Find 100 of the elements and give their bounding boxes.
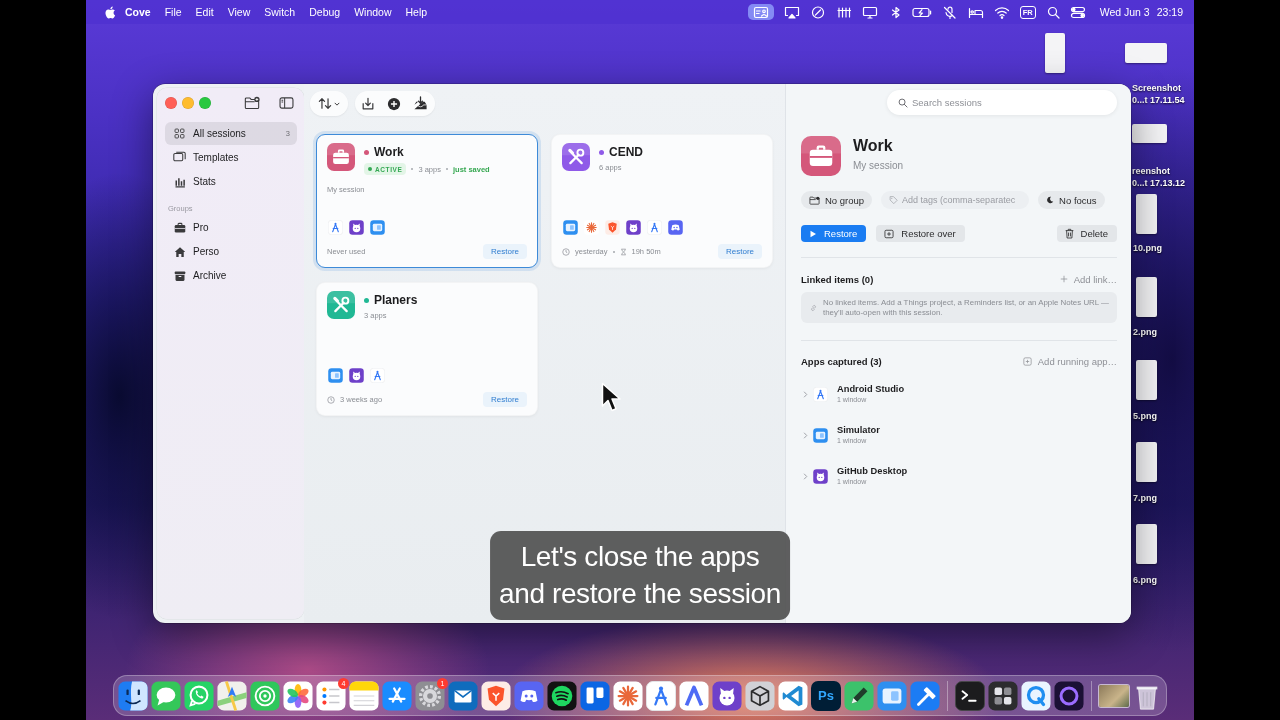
gamepad-app-icon[interactable] — [668, 220, 683, 235]
menu-item[interactable]: Help — [405, 6, 428, 18]
muted-microphone-icon[interactable] — [941, 4, 958, 20]
ps-app-icon[interactable]: Ps — [811, 680, 841, 711]
file-name-label[interactable]: Screenshot 0...t 17.11.54 — [1132, 82, 1185, 106]
file-thumbnail-icon[interactable] — [1136, 277, 1157, 317]
menu-item[interactable]: Switch — [264, 6, 296, 18]
group-picker[interactable]: No group — [801, 191, 873, 209]
apple-icon[interactable] — [105, 5, 116, 19]
menu-item[interactable]: Window — [354, 6, 392, 18]
sidebar-item[interactable]: Perso — [165, 240, 297, 263]
cat-head-app-icon[interactable] — [349, 220, 364, 235]
focus-picker[interactable]: No focus — [1038, 191, 1105, 209]
file-name-label[interactable]: reenshot 0...t 17.13.12 — [1132, 165, 1186, 189]
gamepad-app-icon[interactable] — [514, 680, 544, 711]
file-thumbnail-icon[interactable] — [1132, 124, 1167, 143]
compass-app-icon[interactable] — [646, 680, 676, 711]
smiling-face-app-icon[interactable] — [118, 680, 148, 711]
pen-app-icon[interactable] — [844, 680, 874, 711]
q-ring-app-icon[interactable] — [1021, 680, 1051, 711]
file-thumbnail-icon[interactable] — [1136, 194, 1157, 234]
gear-app-icon[interactable] — [415, 680, 445, 711]
menu-item[interactable]: View — [227, 6, 251, 18]
file-thumbnail-icon[interactable] — [1045, 33, 1065, 73]
radar-app-icon[interactable] — [250, 680, 280, 711]
screen-mirror-icon[interactable] — [783, 4, 800, 20]
arch-app-icon[interactable] — [679, 680, 709, 711]
file-name-label[interactable]: 7.png — [1133, 492, 1157, 504]
sidebar-item[interactable]: Archive — [165, 264, 297, 287]
restore-button[interactable]: Restore — [483, 244, 527, 259]
checklist-app-icon[interactable] — [316, 680, 346, 711]
file-thumbnail-icon[interactable] — [1136, 442, 1157, 482]
shield-app-icon[interactable] — [481, 680, 511, 711]
cat-head-app-icon[interactable] — [626, 220, 641, 235]
menu-item[interactable]: Edit — [195, 6, 214, 18]
menu-bar-time[interactable]: 23:19 — [1156, 6, 1183, 18]
menu-item[interactable]: Debug — [309, 6, 341, 18]
file-thumbnail-icon[interactable] — [1136, 524, 1157, 564]
shield-app-icon[interactable] — [605, 220, 620, 235]
window-close-button[interactable] — [165, 97, 177, 109]
sound-waves-app-icon[interactable] — [547, 680, 577, 711]
menu-bar-date[interactable]: Wed Jun 3 — [1099, 6, 1150, 18]
phone-bubble-app-icon[interactable] — [184, 680, 214, 711]
compass-app-icon[interactable] — [370, 368, 385, 383]
cat-head-app-icon[interactable] — [813, 468, 828, 484]
ring-app-icon[interactable] — [1054, 680, 1084, 711]
delete-button[interactable]: Delete — [1056, 225, 1117, 242]
burst-app-icon[interactable] — [613, 680, 643, 711]
burst-app-icon[interactable] — [584, 220, 599, 235]
map-app-icon[interactable] — [217, 680, 247, 711]
ribbon-app-icon[interactable] — [778, 680, 808, 711]
compass-app-icon[interactable] — [813, 386, 828, 402]
file-name-label[interactable]: 2.png — [1133, 326, 1157, 338]
contact-card-icon[interactable] — [747, 4, 774, 20]
file-name-label[interactable]: 10.png — [1133, 242, 1162, 254]
vertical-bars-icon[interactable] — [835, 4, 852, 20]
compass-app-icon[interactable] — [328, 220, 343, 235]
compass-app-icon[interactable] — [647, 220, 662, 235]
grid-app-icon[interactable] — [988, 680, 1018, 711]
window-app-icon[interactable] — [328, 368, 343, 383]
file-name-label[interactable]: 5.png — [1133, 410, 1157, 422]
search-icon[interactable] — [1045, 4, 1060, 20]
window-app-icon[interactable] — [370, 220, 385, 235]
toggles-icon[interactable] — [1069, 4, 1086, 20]
window-app-icon[interactable] — [563, 220, 578, 235]
sort-button[interactable] — [310, 91, 348, 116]
tray-download-icon[interactable] — [361, 96, 375, 111]
board-app-icon[interactable] — [580, 680, 610, 711]
menu-item[interactable]: File — [164, 6, 182, 18]
monitor-icon[interactable] — [861, 4, 878, 20]
restore-over-button[interactable]: Restore over — [876, 225, 965, 242]
cat-head-app-icon[interactable] — [349, 368, 364, 383]
tags-field[interactable]: Add tags (comma-separatec — [881, 191, 1030, 209]
hammer-app-icon[interactable] — [910, 680, 940, 711]
window-app-icon[interactable] — [813, 427, 828, 443]
wifi-icon[interactable] — [993, 4, 1010, 20]
sidebar-item[interactable]: Pro — [165, 216, 297, 239]
inbox-download-icon[interactable] — [413, 96, 428, 111]
pencil-a-app-icon[interactable] — [382, 680, 412, 711]
terminal-app-icon[interactable] — [955, 680, 985, 711]
chat-bubble-app-icon[interactable] — [151, 680, 181, 711]
restore-button[interactable]: Restore — [801, 225, 867, 242]
notepad-app-icon[interactable] — [349, 680, 379, 711]
cube-app-icon[interactable] — [745, 680, 775, 711]
sidebar-item[interactable]: Stats — [165, 170, 297, 193]
flower-app-icon[interactable] — [283, 680, 313, 711]
app-menu-title[interactable]: Cove — [125, 6, 151, 18]
window-app-icon[interactable] — [877, 680, 907, 711]
file-thumbnail-icon[interactable] — [1125, 43, 1167, 63]
circle-slash-icon[interactable] — [809, 4, 826, 20]
sidebar-toggle-icon[interactable] — [279, 97, 294, 109]
file-thumbnail-icon[interactable] — [1136, 360, 1157, 400]
plus-circle-icon[interactable] — [387, 96, 401, 111]
search-field[interactable]: Search sessions — [887, 90, 1117, 115]
file-name-label[interactable]: 6.png — [1133, 574, 1157, 586]
folder-plus-icon[interactable] — [244, 96, 260, 110]
restore-button[interactable]: Restore — [483, 392, 527, 407]
envelope-app-icon[interactable] — [448, 680, 478, 711]
restore-button[interactable]: Restore — [718, 244, 762, 259]
cat-head-app-icon[interactable] — [712, 680, 742, 711]
